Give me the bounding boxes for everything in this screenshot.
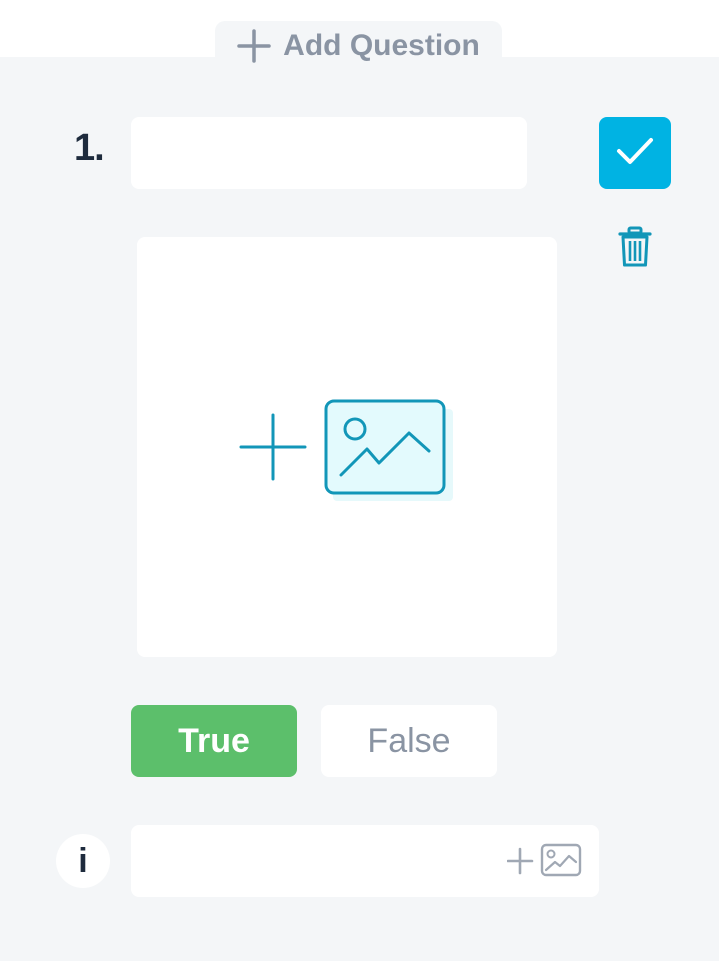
add-question-button[interactable]: Add Question [215,21,502,71]
question-text-input[interactable] [131,117,527,189]
confirm-question-button[interactable] [599,117,671,189]
plus-icon [237,29,271,63]
explanation-field [131,825,599,897]
delete-question-button[interactable] [612,226,658,272]
add-explanation-image-button[interactable] [506,843,583,879]
trash-icon [617,226,653,273]
true-answer-button[interactable]: True [131,705,297,777]
add-image-icon [506,843,583,883]
question-image-dropzone[interactable] [137,237,557,657]
info-icon: i [56,834,110,888]
question-number: 1. [74,127,105,169]
add-question-label: Add Question [283,29,480,62]
explanation-input[interactable] [131,825,491,897]
false-answer-button[interactable]: False [321,705,497,777]
check-icon [615,136,655,171]
